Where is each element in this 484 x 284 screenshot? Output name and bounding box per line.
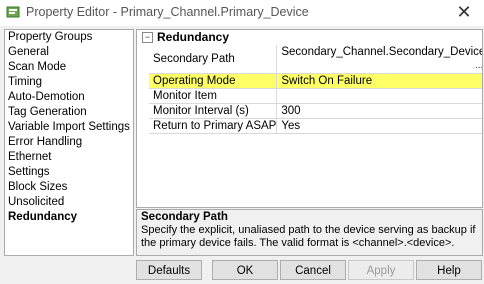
- help-panel: Secondary Path Specify the explicit, una…: [136, 209, 483, 256]
- property-value[interactable]: [276, 88, 482, 104]
- help-text: Specify the explicit, unaliased path to …: [141, 224, 476, 249]
- sidebar-item-general[interactable]: General: [5, 45, 133, 60]
- property-name: Secondary Path: [149, 45, 278, 74]
- sidebar-item-unsolicited[interactable]: Unsolicited: [5, 195, 133, 210]
- property-editor-window: Property Editor - Primary_Channel.Primar…: [0, 0, 484, 284]
- property-value[interactable]: Secondary_Channel.Secondary_Device ...: [276, 45, 483, 74]
- sidebar-item-scan-mode[interactable]: Scan Mode: [5, 60, 133, 75]
- sidebar-item-settings[interactable]: Settings: [5, 165, 133, 180]
- apply-button[interactable]: Apply: [348, 260, 414, 280]
- property-row-monitor-item[interactable]: Monitor Item: [149, 88, 482, 104]
- window-title: Property Editor - Primary_Channel.Primar…: [26, 5, 309, 19]
- property-name: Return to Primary ASAP: [149, 118, 278, 134]
- property-grid: − Redundancy Secondary Path Secondary_Ch…: [136, 29, 483, 208]
- sidebar-item-auto-demotion[interactable]: Auto-Demotion: [5, 90, 133, 105]
- sidebar-item-property-groups[interactable]: Property Groups: [5, 30, 133, 45]
- property-value[interactable]: 300: [276, 103, 482, 119]
- property-groups-list: Property Groups General Scan Mode Timing…: [4, 29, 134, 256]
- cancel-button[interactable]: Cancel: [280, 260, 346, 280]
- defaults-button[interactable]: Defaults: [136, 260, 202, 280]
- sidebar-item-ethernet[interactable]: Ethernet: [5, 150, 133, 165]
- help-button[interactable]: Help: [416, 260, 482, 280]
- title-bar: Property Editor - Primary_Channel.Primar…: [0, 0, 484, 26]
- sidebar-item-variable-import-settings[interactable]: Variable Import Settings: [5, 120, 133, 135]
- property-name: Monitor Item: [149, 88, 278, 104]
- property-row-secondary-path[interactable]: Secondary Path Secondary_Channel.Seconda…: [149, 45, 483, 74]
- property-row-return-to-primary[interactable]: Return to Primary ASAP Yes: [149, 118, 482, 134]
- property-row-monitor-interval[interactable]: Monitor Interval (s) 300: [149, 103, 482, 119]
- browse-button[interactable]: ...: [475, 59, 482, 73]
- sidebar-item-block-sizes[interactable]: Block Sizes: [5, 180, 133, 195]
- sidebar-item-error-handling[interactable]: Error Handling: [5, 135, 133, 150]
- property-name: Operating Mode: [149, 73, 278, 89]
- sidebar-item-redundancy[interactable]: Redundancy: [5, 210, 133, 225]
- property-row-operating-mode[interactable]: Operating Mode Switch On Failure: [149, 73, 482, 89]
- ok-button[interactable]: OK: [212, 260, 278, 280]
- property-value-text: Secondary_Channel.Secondary_Device: [281, 46, 483, 58]
- properties-icon: [6, 6, 20, 18]
- property-table: Secondary Path Secondary_Channel.Seconda…: [149, 45, 483, 134]
- property-value[interactable]: Yes: [276, 118, 482, 134]
- sidebar-item-tag-generation[interactable]: Tag Generation: [5, 105, 133, 120]
- section-header: − Redundancy: [137, 30, 482, 45]
- section-title: Redundancy: [157, 30, 230, 44]
- help-title: Secondary Path: [141, 211, 228, 223]
- close-icon[interactable]: ✕: [452, 1, 476, 23]
- property-name: Monitor Interval (s): [149, 103, 278, 119]
- sidebar-item-timing[interactable]: Timing: [5, 75, 133, 90]
- collapse-icon[interactable]: −: [142, 32, 153, 43]
- property-value[interactable]: Switch On Failure: [276, 73, 482, 89]
